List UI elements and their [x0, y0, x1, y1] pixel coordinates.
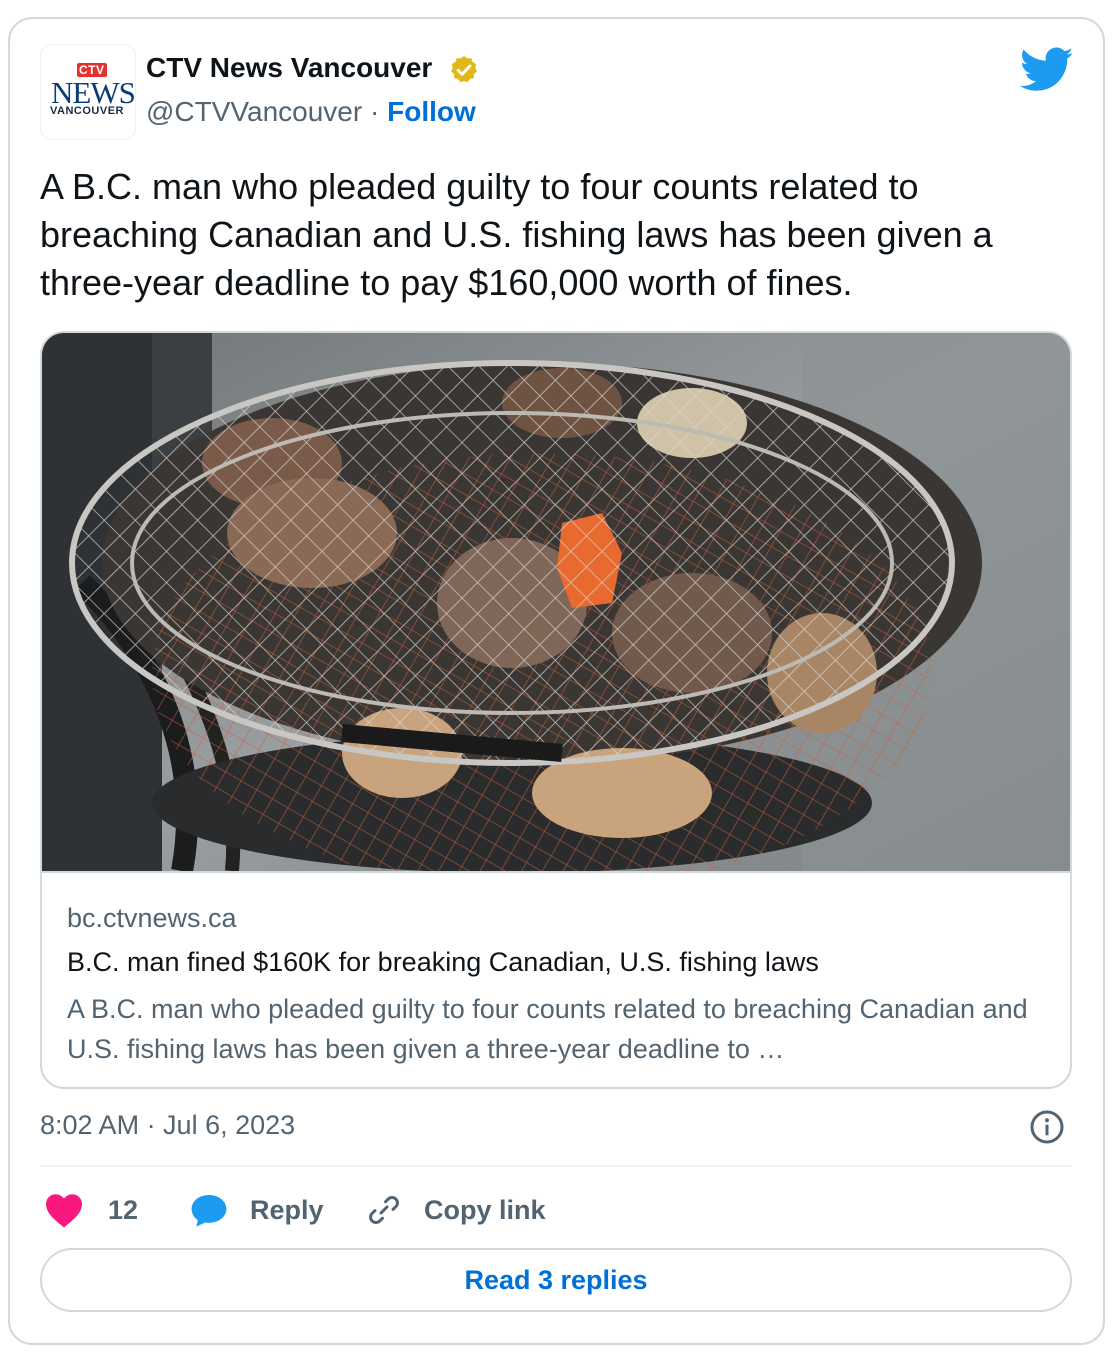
handle-separator: ·: [362, 96, 388, 127]
follow-link[interactable]: Follow: [387, 96, 476, 127]
info-icon[interactable]: [1029, 1109, 1065, 1145]
author-name[interactable]: CTV News Vancouver: [146, 52, 432, 84]
tweet-timestamp[interactable]: 8:02 AM · Jul 6, 2023: [40, 1110, 295, 1141]
reply-label: Reply: [250, 1194, 324, 1225]
tweet-actions: 12 Reply Copy link: [40, 1186, 1072, 1234]
link-title[interactable]: B.C. man fined $160K for breaking Canadi…: [67, 947, 819, 978]
like-count: 12: [108, 1194, 139, 1225]
reply-button[interactable]: Reply: [190, 1186, 324, 1234]
link-icon: [369, 1195, 399, 1225]
card-divider: [42, 871, 1070, 873]
vancouver-logo-text: VANCOUVER: [50, 105, 124, 117]
tweet-header: CTV NEWS VANCOUVER CTV News Vancouver @C…: [40, 44, 1080, 144]
speech-bubble-icon: [191, 1194, 227, 1227]
author-avatar[interactable]: CTV NEWS VANCOUVER: [40, 44, 136, 140]
twitter-bird-icon[interactable]: [1020, 46, 1074, 94]
link-description[interactable]: A B.C. man who pleaded guilty to four co…: [67, 989, 1047, 1069]
article-photo[interactable]: [42, 333, 1072, 871]
like-button[interactable]: 12: [44, 1186, 138, 1234]
author-handle[interactable]: @CTVVancouver: [146, 96, 362, 127]
actions-divider: [40, 1165, 1072, 1167]
verified-badge-icon: [451, 56, 477, 83]
tweet-text: A B.C. man who pleaded guilty to four co…: [40, 166, 993, 303]
link-domain[interactable]: bc.ctvnews.ca: [67, 903, 237, 934]
link-preview-card[interactable]: bc.ctvnews.ca B.C. man fined $160K for b…: [40, 331, 1072, 1089]
copy-link-label: Copy link: [424, 1194, 546, 1225]
copy-link-button[interactable]: Copy link: [366, 1186, 546, 1234]
read-replies-button[interactable]: Read 3 replies: [40, 1248, 1072, 1312]
author-handle-row: @CTVVancouver · Follow: [146, 96, 476, 128]
heart-icon: [46, 1194, 82, 1228]
